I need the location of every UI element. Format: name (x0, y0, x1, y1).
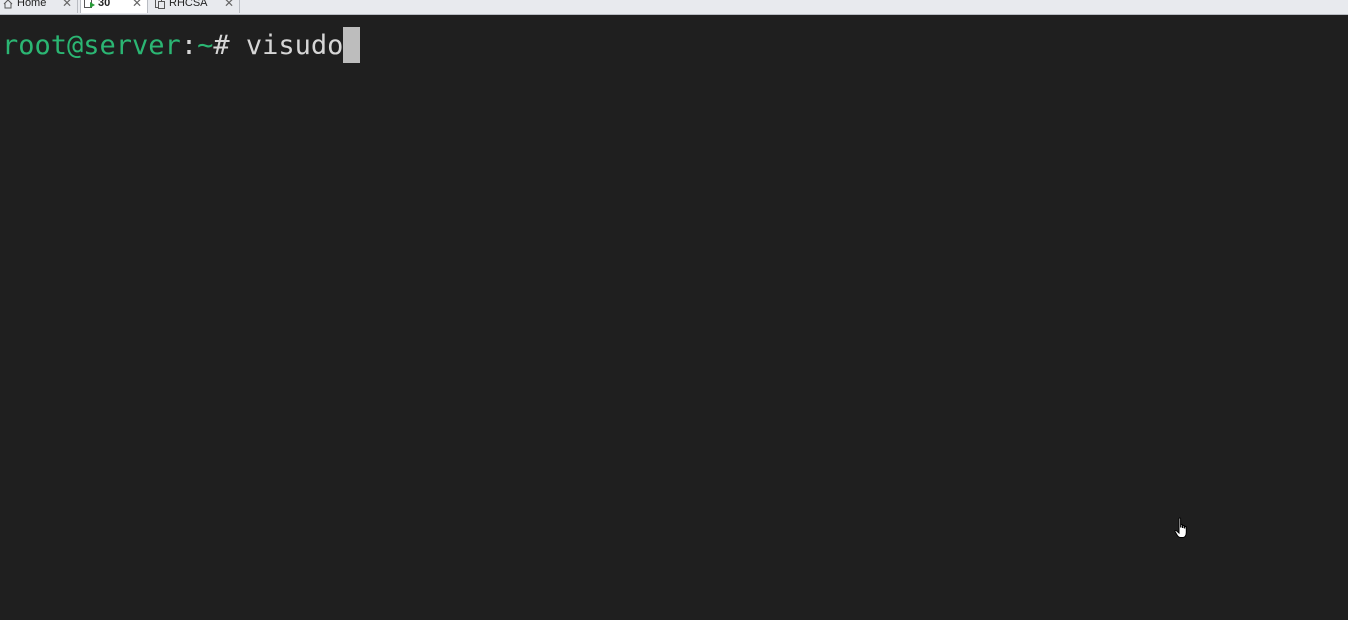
prompt-separator: : (180, 30, 198, 61)
tab-rhcsa[interactable]: RHCSA ✕ (152, 0, 240, 13)
close-icon[interactable]: ✕ (62, 0, 72, 10)
terminal-console[interactable]: root@server:~# visudo (0, 15, 1348, 620)
prompt-user-host: root@server (2, 30, 181, 61)
prompt-path: ~ (197, 30, 214, 61)
tab-label: RHCSA (169, 0, 208, 9)
tab-label: 30 (98, 0, 111, 9)
close-icon[interactable]: ✕ (132, 0, 142, 10)
home-icon (3, 0, 13, 9)
command-line: root@server:~# visudo (2, 27, 361, 63)
vm-icon (155, 0, 165, 9)
tab-bar: Home ✕ 30 ✕ RHCSA ✕ (0, 0, 1348, 15)
tab-home[interactable]: Home ✕ (0, 0, 78, 13)
close-icon[interactable]: ✕ (224, 0, 234, 10)
vm-running-icon (84, 0, 95, 9)
tab-30[interactable]: 30 ✕ (80, 0, 148, 13)
command-text: visudo (245, 30, 344, 61)
tab-label: Home (17, 0, 47, 9)
text-cursor (343, 27, 361, 63)
prompt-symbol: # (213, 30, 246, 61)
hand-pointer-icon (1174, 517, 1190, 541)
